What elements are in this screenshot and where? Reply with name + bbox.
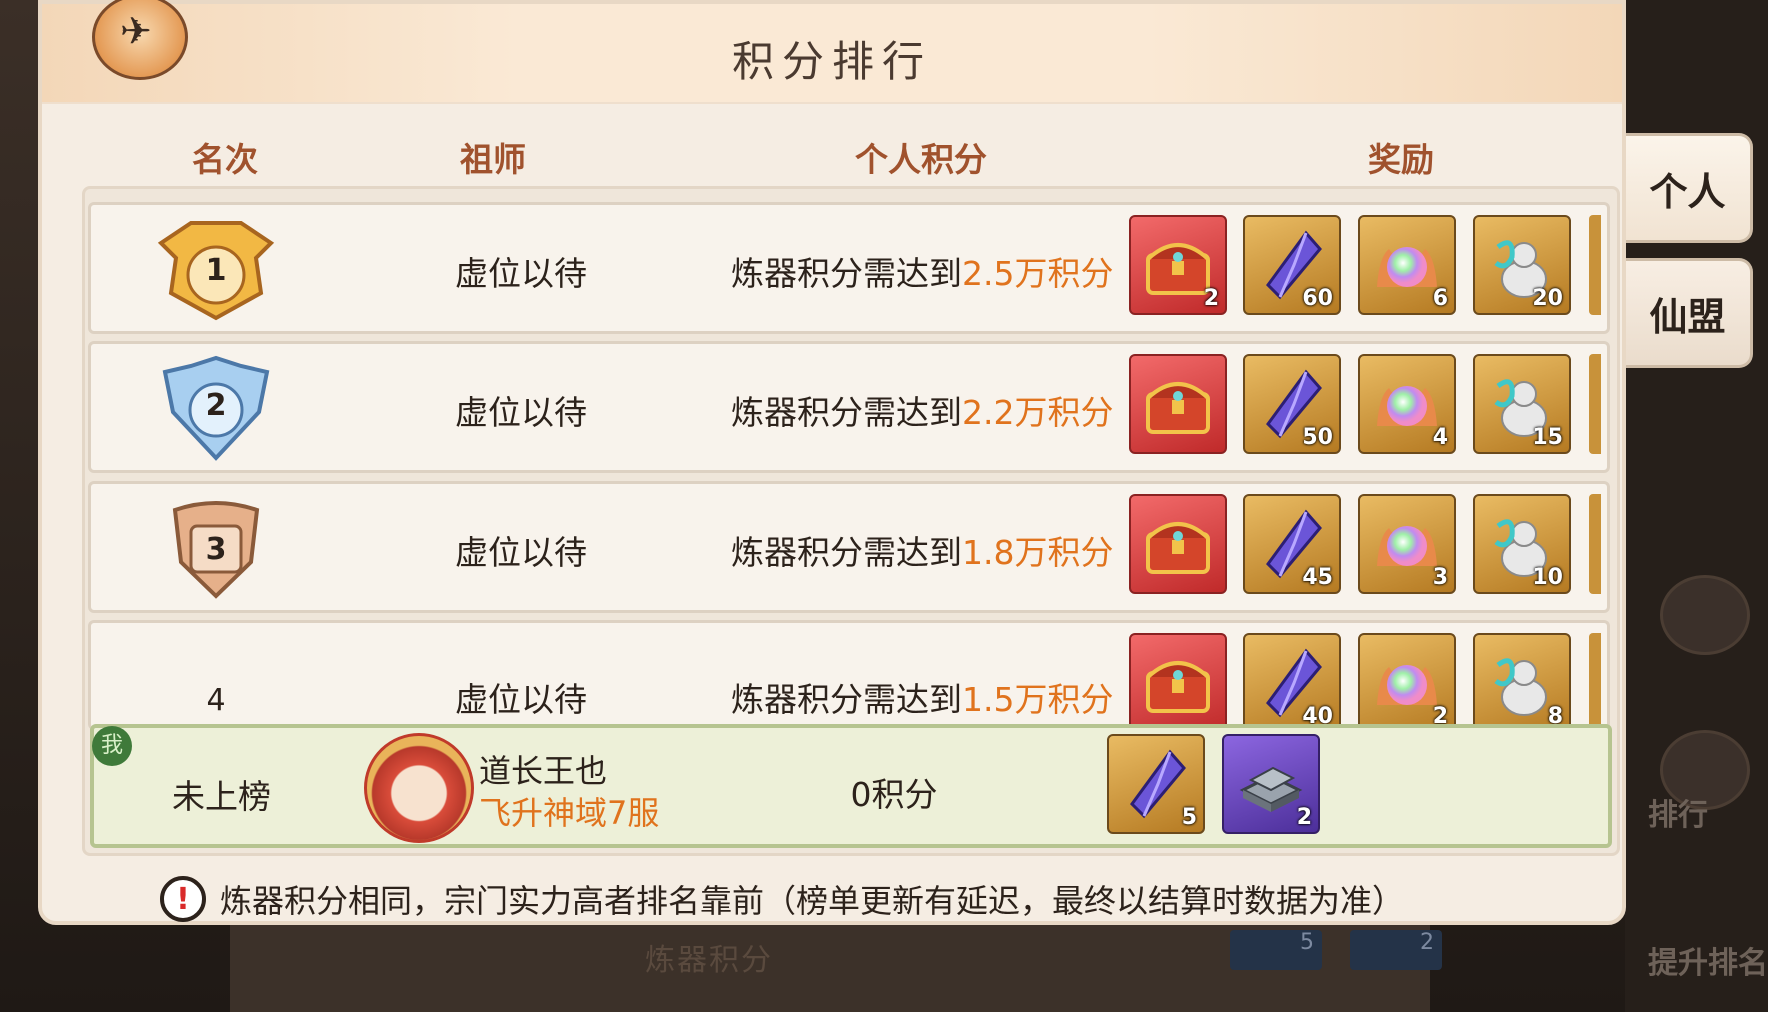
reward-item[interactable]: 40 xyxy=(1243,633,1341,733)
reward-count: 5 xyxy=(1181,805,1197,830)
my-score: 0积分 xyxy=(850,775,938,814)
ranking-row: 3 虚位以待 炼器积分需达到1.8万积分 45 3 10 xyxy=(88,481,1610,613)
reward-count: 15 xyxy=(1532,425,1563,450)
me-tag: 我 xyxy=(92,726,132,766)
tab-alliance[interactable]: 仙盟 xyxy=(1625,258,1753,368)
my-server: 飞升神域7服 xyxy=(479,794,660,832)
reward-count: 2 xyxy=(1296,805,1312,830)
treasure-chest-icon xyxy=(1146,661,1210,713)
requirement-prefix: 炼器积分需达到 xyxy=(731,254,962,293)
reward-count: 60 xyxy=(1302,286,1333,311)
reward-count: 45 xyxy=(1302,565,1333,590)
column-score: 个人积分 xyxy=(855,140,987,179)
requirement-value: 1.5万积分 xyxy=(962,680,1114,719)
reward-item[interactable]: 60 xyxy=(1243,215,1341,315)
requirement-value: 2.5万积分 xyxy=(962,254,1114,293)
column-rank: 名次 xyxy=(192,140,258,179)
exclamation-icon: ! xyxy=(160,876,206,922)
score-requirement: 炼器积分需达到2.2万积分 xyxy=(731,386,1113,434)
my-rank: 未上榜 xyxy=(172,777,271,816)
reward-item[interactable]: 5 xyxy=(1107,734,1205,834)
reward-item[interactable]: 6 xyxy=(1358,215,1456,315)
reward-item[interactable] xyxy=(1129,633,1227,733)
reward-item[interactable]: 10 xyxy=(1473,494,1571,594)
rank-number: 3 xyxy=(205,532,227,567)
treasure-chest-icon xyxy=(1146,522,1210,574)
reward-item[interactable]: 20 xyxy=(1473,215,1571,315)
reward-item[interactable]: 2 xyxy=(1129,215,1227,315)
requirement-prefix: 炼器积分需达到 xyxy=(731,680,962,719)
rank-number: 1 xyxy=(205,253,227,288)
requirement-prefix: 炼器积分需达到 xyxy=(731,533,962,572)
reward-item[interactable] xyxy=(1129,354,1227,454)
background-slot: 2 xyxy=(1350,930,1442,970)
reward-count: 3 xyxy=(1432,565,1448,590)
ranking-label: 排行 xyxy=(1648,798,1708,833)
master-name: 虚位以待 xyxy=(455,680,587,719)
footer-note-text: 炼器积分相同，宗门实力高者排名靠前（榜单更新有延迟，最终以结算时数据为准） xyxy=(220,882,1405,920)
score-requirement: 炼器积分需达到1.5万积分 xyxy=(731,673,1113,721)
master-name: 虚位以待 xyxy=(455,254,587,293)
reward-item[interactable]: 3 xyxy=(1358,494,1456,594)
reward-item[interactable]: 8 xyxy=(1473,633,1571,733)
reward-item[interactable]: 15 xyxy=(1473,354,1571,454)
treasure-chest-icon xyxy=(1146,382,1210,434)
reward-overflow-edge xyxy=(1589,215,1601,315)
reward-count: 50 xyxy=(1302,425,1333,450)
reward-count: 4 xyxy=(1432,425,1448,450)
reward-item[interactable]: 2 xyxy=(1358,633,1456,733)
ranking-row: 2 虚位以待 炼器积分需达到2.2万积分 50 4 15 xyxy=(88,341,1610,473)
avatar[interactable] xyxy=(364,733,474,843)
reward-item[interactable]: 4 xyxy=(1358,354,1456,454)
requirement-prefix: 炼器积分需达到 xyxy=(731,393,962,432)
ranking-row: 1 虚位以待 炼器积分需达到2.5万积分 2 60 6 20 xyxy=(88,202,1610,334)
panel-title: 积分排行 xyxy=(731,37,932,86)
rank-number: 2 xyxy=(205,388,227,423)
reward-count: 6 xyxy=(1432,286,1448,311)
column-master: 祖师 xyxy=(460,140,526,179)
reward-overflow-edge xyxy=(1589,633,1601,733)
column-reward: 奖励 xyxy=(1368,140,1434,179)
master-name: 虚位以待 xyxy=(455,393,587,432)
score-requirement: 炼器积分需达到1.8万积分 xyxy=(731,526,1113,574)
reward-overflow-edge xyxy=(1589,494,1601,594)
score-requirement: 炼器积分需达到2.5万积分 xyxy=(731,247,1113,295)
ranking-row: 4 虚位以待 炼器积分需达到1.5万积分 40 2 8 xyxy=(88,620,1610,733)
reward-item[interactable] xyxy=(1129,494,1227,594)
boost-rank-label[interactable]: 提升排名 xyxy=(1648,938,1768,982)
reward-item[interactable]: 2 xyxy=(1222,734,1320,834)
my-name: 道长王也 xyxy=(479,752,608,790)
reward-overflow-edge xyxy=(1589,354,1601,454)
background-faded-text: 炼器积分 xyxy=(645,943,773,978)
reward-item[interactable]: 50 xyxy=(1243,354,1341,454)
reward-count: 2 xyxy=(1203,286,1219,311)
master-name: 虚位以待 xyxy=(455,533,587,572)
requirement-value: 2.2万积分 xyxy=(962,393,1114,432)
my-ranking-row: 我 未上榜 道长王也 飞升神域7服 0积分 5 2 xyxy=(90,724,1612,848)
reward-item[interactable]: 45 xyxy=(1243,494,1341,594)
rank-number: 4 xyxy=(206,683,226,718)
tab-personal[interactable]: 个人 xyxy=(1625,133,1753,243)
reward-count: 10 xyxy=(1532,565,1563,590)
lion-mascot-icon[interactable] xyxy=(1660,575,1750,655)
reward-count: 20 xyxy=(1532,286,1563,311)
requirement-value: 1.8万积分 xyxy=(962,533,1114,572)
background-slot: 5 xyxy=(1230,930,1322,970)
